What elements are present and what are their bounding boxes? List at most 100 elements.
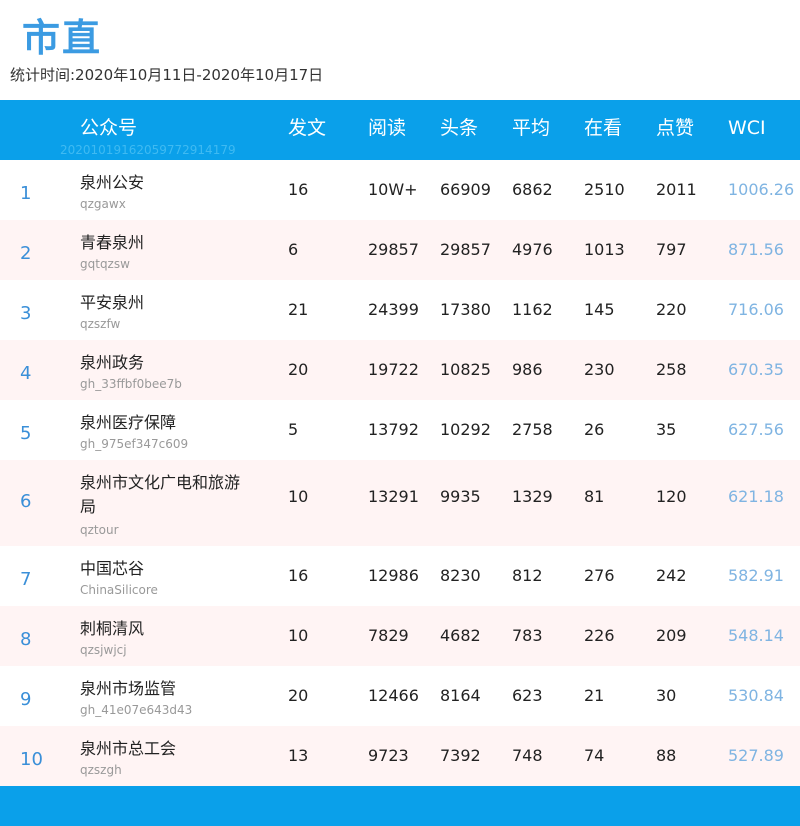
row-account-name[interactable]: 平安泉州 — [80, 291, 245, 315]
row-account-name[interactable]: 泉州市场监管 — [80, 677, 245, 701]
row-rank: 2 — [20, 243, 32, 264]
row-account-id: qzgawx — [80, 197, 126, 211]
row-average: 986 — [512, 360, 543, 379]
row-account-name[interactable]: 泉州公安 — [80, 171, 245, 195]
row-account-id: gh_41e07e643d43 — [80, 703, 193, 717]
header-wci[interactable]: WCI — [728, 114, 766, 142]
row-wci: 670.35 — [728, 360, 784, 379]
header-posts[interactable]: 发文 — [288, 114, 326, 142]
row-watching: 21 — [584, 686, 605, 705]
row-reads: 12466 — [368, 686, 419, 705]
row-average: 1162 — [512, 300, 553, 319]
row-account-name[interactable]: 中国芯谷 — [80, 557, 245, 581]
row-posts: 16 — [288, 566, 309, 585]
table-row[interactable]: 9 泉州市场监管 gh_41e07e643d43 20 12466 8164 6… — [0, 666, 800, 726]
table-row[interactable]: 1 泉州公安 qzgawx 16 10W+ 66909 6862 2510 20… — [0, 160, 800, 220]
row-rank: 1 — [20, 183, 32, 204]
row-posts: 20 — [288, 686, 309, 705]
row-watching: 2510 — [584, 180, 625, 199]
row-headline: 66909 — [440, 180, 491, 199]
row-reads: 9723 — [368, 746, 409, 765]
row-reads: 29857 — [368, 240, 419, 259]
page-title: 市直 — [22, 16, 103, 60]
header-reads[interactable]: 阅读 — [368, 114, 406, 142]
row-rank: 10 — [20, 749, 43, 770]
row-wci: 621.18 — [728, 487, 784, 506]
row-average: 2758 — [512, 420, 553, 439]
header-watching[interactable]: 在看 — [584, 114, 622, 142]
table-row[interactable]: 5 泉州医疗保障 gh_975ef347c609 5 13792 10292 2… — [0, 400, 800, 460]
row-reads: 19722 — [368, 360, 419, 379]
row-wci: 582.91 — [728, 566, 784, 585]
row-headline: 4682 — [440, 626, 481, 645]
row-posts: 20 — [288, 360, 309, 379]
row-posts: 13 — [288, 746, 309, 765]
row-reads: 10W+ — [368, 180, 418, 199]
header-account[interactable]: 公众号 — [80, 114, 137, 142]
row-posts: 10 — [288, 626, 309, 645]
header-average[interactable]: 平均 — [512, 114, 550, 142]
row-account-name[interactable]: 泉州市文化广电和旅游局 — [80, 471, 245, 519]
row-average: 623 — [512, 686, 543, 705]
row-posts: 5 — [288, 420, 299, 439]
table-row[interactable]: 8 刺桐清风 qzsjwjcj 10 7829 4682 783 226 209… — [0, 606, 800, 666]
row-reads: 13792 — [368, 420, 419, 439]
row-wci: 548.14 — [728, 626, 784, 645]
row-posts: 16 — [288, 180, 309, 199]
row-headline: 8230 — [440, 566, 481, 585]
row-wci: 871.56 — [728, 240, 784, 259]
row-likes: 209 — [656, 626, 687, 645]
row-average: 812 — [512, 566, 543, 585]
row-watching: 1013 — [584, 240, 625, 259]
table-row[interactable]: 3 平安泉州 qzszfw 21 24399 17380 1162 145 22… — [0, 280, 800, 340]
row-reads: 12986 — [368, 566, 419, 585]
row-account-id: qztour — [80, 523, 119, 537]
row-rank: 7 — [20, 569, 32, 590]
row-account-id: qzszfw — [80, 317, 121, 331]
row-likes: 220 — [656, 300, 687, 319]
row-watching: 145 — [584, 300, 615, 319]
row-average: 1329 — [512, 487, 553, 506]
row-account-name[interactable]: 泉州市总工会 — [80, 737, 245, 761]
table-row[interactable]: 7 中国芯谷 ChinaSilicore 16 12986 8230 812 2… — [0, 546, 800, 606]
row-average: 6862 — [512, 180, 553, 199]
row-account-id: gqtqzsw — [80, 257, 130, 271]
statistics-period: 统计时间:2020年10月11日-2020年10月17日 — [10, 66, 324, 84]
row-average: 783 — [512, 626, 543, 645]
ranking-table: 1 泉州公安 qzgawx 16 10W+ 66909 6862 2510 20… — [0, 160, 800, 786]
row-headline: 9935 — [440, 487, 481, 506]
row-account-name[interactable]: 刺桐清风 — [80, 617, 245, 641]
row-wci: 716.06 — [728, 300, 784, 319]
row-account-name[interactable]: 泉州医疗保障 — [80, 411, 245, 435]
table-row[interactable]: 2 青春泉州 gqtqzsw 6 29857 29857 4976 1013 7… — [0, 220, 800, 280]
row-likes: 797 — [656, 240, 687, 259]
row-wci: 1006.26 — [728, 180, 795, 199]
row-rank: 3 — [20, 303, 32, 324]
row-account-id: gh_33ffbf0bee7b — [80, 377, 182, 391]
table-header: 公众号 发文 阅读 头条 平均 在看 点赞 WCI 20201019162059… — [0, 100, 800, 160]
table-row[interactable]: 10 泉州市总工会 qzszgh 13 9723 7392 748 74 88 … — [0, 726, 800, 786]
footer-bar — [0, 786, 800, 826]
row-watching: 276 — [584, 566, 615, 585]
header-likes[interactable]: 点赞 — [656, 114, 694, 142]
row-account-name[interactable]: 青春泉州 — [80, 231, 245, 255]
row-likes: 30 — [656, 686, 677, 705]
row-account-id: qzsjwjcj — [80, 643, 127, 657]
row-rank: 6 — [20, 491, 32, 512]
row-likes: 88 — [656, 746, 677, 765]
header-headline[interactable]: 头条 — [440, 114, 478, 142]
table-row[interactable]: 4 泉州政务 gh_33ffbf0bee7b 20 19722 10825 98… — [0, 340, 800, 400]
row-account-name[interactable]: 泉州政务 — [80, 351, 245, 375]
row-posts: 6 — [288, 240, 299, 259]
row-headline: 10825 — [440, 360, 491, 379]
row-likes: 120 — [656, 487, 687, 506]
row-likes: 35 — [656, 420, 677, 439]
row-account-id: ChinaSilicore — [80, 583, 158, 597]
row-posts: 21 — [288, 300, 309, 319]
table-row[interactable]: 6 泉州市文化广电和旅游局 qztour 10 13291 9935 1329 … — [0, 460, 800, 546]
row-likes: 2011 — [656, 180, 697, 199]
row-average: 4976 — [512, 240, 553, 259]
row-account-id: qzszgh — [80, 763, 122, 777]
row-headline: 10292 — [440, 420, 491, 439]
row-likes: 242 — [656, 566, 687, 585]
